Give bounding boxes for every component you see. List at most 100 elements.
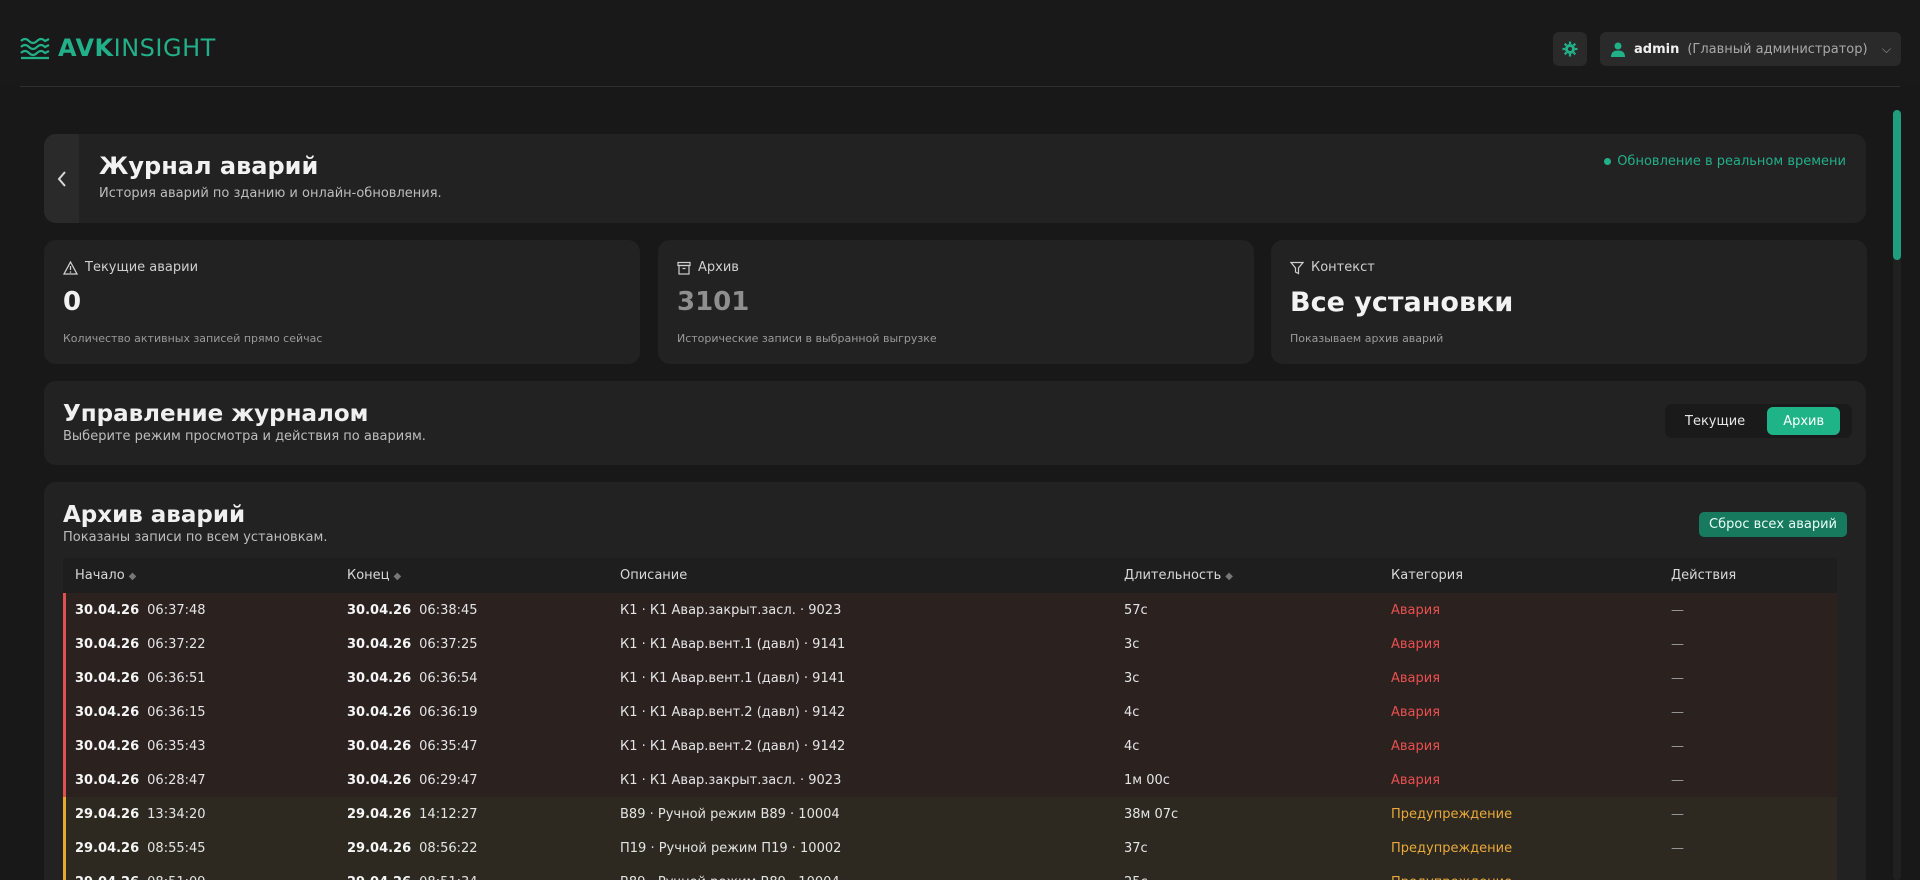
column-header-actions: Действия: [1671, 568, 1737, 583]
start-time: 06:36:51: [147, 670, 206, 686]
cell-start: 30.04.26 06:36:51: [75, 671, 206, 686]
page-scrollbar[interactable]: [1893, 110, 1901, 880]
page-subtitle: История аварий по зданию и онлайн-обновл…: [99, 186, 442, 201]
cell-duration: 37с: [1124, 840, 1148, 856]
warning-icon: [63, 260, 78, 275]
stat-label: Архив: [677, 260, 739, 275]
mode-current-button[interactable]: Текущие: [1669, 407, 1761, 435]
archive-card: Архив аварий Показаны записи по всем уст…: [44, 482, 1866, 880]
mode-archive-button[interactable]: Архив: [1767, 407, 1841, 435]
reset-all-button[interactable]: Сброс всех аварий: [1699, 512, 1847, 537]
end-time: 08:51:34: [419, 875, 477, 880]
cell-category: Авария: [1391, 738, 1441, 754]
stat-value: 3101: [677, 287, 750, 317]
cell-duration: 3с: [1124, 670, 1140, 686]
table-row[interactable]: 30.04.26 06:36:51 30.04.26 06:36:54 К1 · К1 …: [63, 661, 1837, 695]
cell-actions: —: [1671, 840, 1684, 856]
journal-control-card: Управление журналом Выберите режим просм…: [44, 381, 1866, 465]
cell-end: 30.04.26 06:37:25: [347, 637, 478, 652]
table-row[interactable]: 29.04.26 13:34:20 29.04.26 14:12:27 В89 · Ру…: [63, 797, 1837, 831]
top-bar: AVKINSIGHT admin (Главный администратор)…: [0, 0, 1920, 86]
table-row[interactable]: 29.04.26 08:51:09 29.04.26 08:51:34 В89 · Ру…: [63, 865, 1837, 880]
cell-actions: —: [1671, 738, 1684, 754]
cell-description: К1 · К1 Авар.вент.2 (давл) · 9142: [620, 738, 846, 754]
cell-start: 29.04.26 13:34:20: [75, 807, 206, 822]
start-time: 06:28:47: [147, 772, 206, 788]
end-date: 30.04.26: [347, 602, 412, 618]
user-menu-button[interactable]: admin (Главный администратор) ⌵: [1600, 32, 1901, 66]
cell-category: Авария: [1391, 772, 1441, 788]
cell-end: 30.04.26 06:36:19: [347, 705, 478, 720]
end-time: 08:56:22: [419, 840, 478, 856]
stat-label: Текущие аварии: [63, 260, 198, 275]
end-time: 06:38:45: [419, 602, 478, 618]
column-header-start[interactable]: Начало ◆: [75, 568, 136, 583]
archive-icon: [677, 261, 691, 275]
chevron-down-icon: ⌵: [1881, 41, 1891, 56]
cell-category: Предупреждение: [1391, 806, 1513, 822]
table-row[interactable]: 30.04.26 06:35:43 30.04.26 06:35:47 К1 · К1 …: [63, 729, 1837, 763]
end-date: 30.04.26: [347, 704, 412, 720]
scrollbar-thumb[interactable]: [1893, 110, 1901, 260]
user-name: admin: [1634, 41, 1680, 57]
sort-icon: ◆: [393, 571, 402, 582]
logo[interactable]: AVKINSIGHT: [20, 34, 216, 62]
start-time: 06:37:48: [147, 602, 206, 618]
table-row[interactable]: 30.04.26 06:37:22 30.04.26 06:37:25 К1 · К1 …: [63, 627, 1837, 661]
cell-end: 30.04.26 06:29:47: [347, 773, 478, 788]
back-button[interactable]: [44, 134, 79, 223]
cell-end: 30.04.26 06:38:45: [347, 603, 478, 618]
cell-actions: —: [1671, 772, 1684, 788]
start-date: 30.04.26: [75, 602, 140, 618]
column-header-end[interactable]: Конец ◆: [347, 568, 401, 583]
cell-start: 30.04.26 06:37:22: [75, 637, 206, 652]
cell-duration: 1м 00с: [1124, 772, 1170, 788]
section-subtitle: Выберите режим просмотра и действия по а…: [63, 429, 426, 444]
cell-description: К1 · К1 Авар.вент.1 (давл) · 9141: [620, 670, 846, 686]
stat-card-current: Текущие аварии 0 Количество активных зап…: [44, 240, 640, 364]
logo-text: AVKINSIGHT: [58, 34, 216, 62]
cell-category: Авария: [1391, 636, 1441, 652]
stat-label: Контекст: [1290, 260, 1375, 275]
cell-actions: —: [1671, 636, 1684, 652]
table-row[interactable]: 30.04.26 06:36:15 30.04.26 06:36:19 К1 · К1 …: [63, 695, 1837, 729]
stat-card-archive: Архив 3101 Исторические записи в выбранн…: [658, 240, 1254, 364]
chevron-left-icon: [57, 170, 66, 187]
cell-duration: 57с: [1124, 602, 1148, 618]
end-date: 29.04.26: [347, 806, 412, 822]
stat-note: Исторические записи в выбранной выгрузке: [677, 332, 937, 345]
alarm-table: Начало ◆ Конец ◆ Описание Длительность ◆ Ка…: [63, 558, 1837, 880]
end-time: 14:12:27: [419, 806, 478, 822]
end-date: 30.04.26: [347, 670, 412, 686]
table-body: 30.04.26 06:37:48 30.04.26 06:38:45 К1 · К1 …: [63, 593, 1837, 880]
cell-start: 30.04.26 06:37:48: [75, 603, 206, 618]
sort-icon: ◆: [128, 571, 137, 582]
table-row[interactable]: 30.04.26 06:28:47 30.04.26 06:29:47 К1 · К1 …: [63, 763, 1837, 797]
mode-switch: Текущие Архив: [1665, 404, 1852, 438]
cell-actions: —: [1671, 670, 1684, 686]
end-time: 06:29:47: [419, 772, 478, 788]
end-time: 06:35:47: [419, 738, 478, 754]
column-header-duration[interactable]: Длительность ◆: [1124, 568, 1233, 583]
table-header: Начало ◆ Конец ◆ Описание Длительность ◆ Ка…: [63, 558, 1837, 593]
start-time: 06:35:43: [147, 738, 206, 754]
section-subtitle: Показаны записи по всем установкам.: [63, 530, 328, 545]
table-row[interactable]: 29.04.26 08:55:45 29.04.26 08:56:22 П19 · Ру…: [63, 831, 1837, 865]
cell-category: Предупреждение: [1391, 875, 1512, 880]
start-date: 30.04.26: [75, 636, 140, 652]
cell-start: 30.04.26 06:36:15: [75, 705, 206, 720]
cell-duration: 4с: [1124, 738, 1140, 754]
end-date: 30.04.26: [347, 636, 412, 652]
end-time: 06:36:19: [419, 704, 478, 720]
cell-description: К1 · К1 Авар.вент.1 (давл) · 9141: [620, 636, 846, 652]
table-row[interactable]: 30.04.26 06:37:48 30.04.26 06:38:45 К1 · К1 …: [63, 593, 1837, 627]
end-date: 29.04.26: [347, 875, 411, 880]
stat-note: Показываем архив аварий: [1290, 332, 1444, 345]
start-time: 06:36:15: [147, 704, 206, 720]
start-date: 30.04.26: [75, 738, 140, 754]
cell-start: 29.04.26 08:51:09: [75, 875, 206, 880]
section-title: Архив аварий: [63, 502, 246, 528]
topbar-divider: [20, 86, 1900, 87]
settings-button[interactable]: [1553, 32, 1587, 66]
stat-value: 0: [63, 287, 82, 317]
